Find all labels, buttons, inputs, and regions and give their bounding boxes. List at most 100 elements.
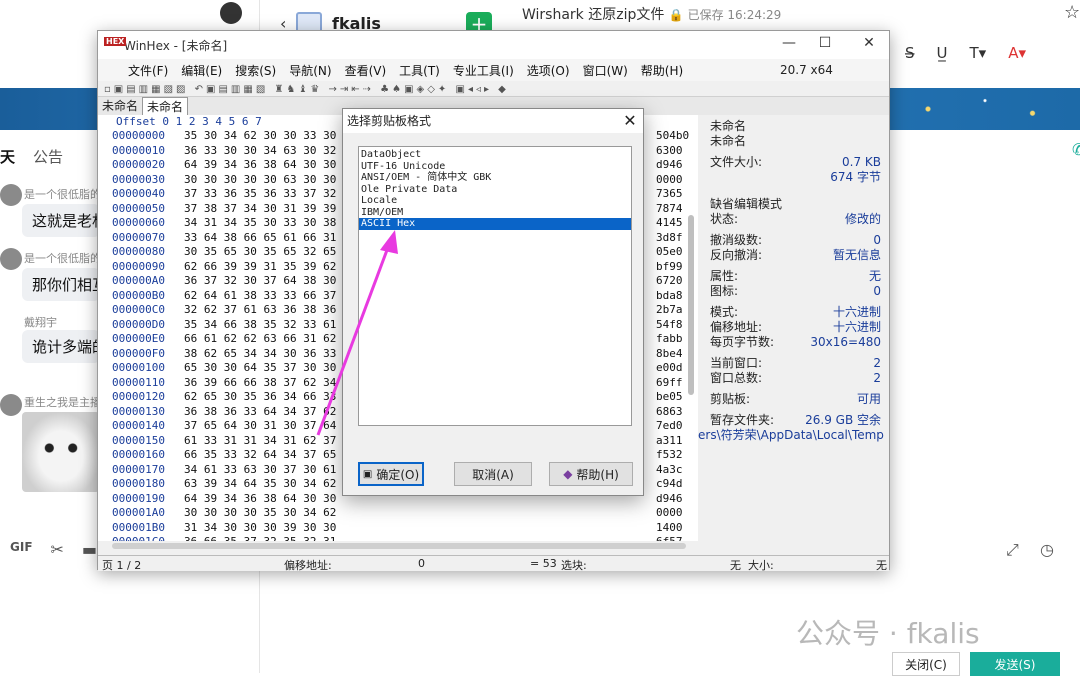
format-list-item[interactable]: Locale	[359, 195, 631, 207]
format-list-item[interactable]: ANSI/OEM - 简体中文 GBK	[359, 172, 631, 184]
scissors-icon[interactable]: ✂	[51, 540, 64, 559]
ok-button[interactable]: ▣ 确定(O)	[358, 462, 424, 486]
menu-help[interactable]: 帮助(H)	[641, 62, 683, 79]
clipboard-value: 可用	[856, 392, 881, 406]
status-selection-value: 无	[730, 559, 741, 572]
tab-doc-2[interactable]: 未命名	[142, 97, 189, 115]
dialog-title: 选择剪贴板格式	[343, 109, 643, 133]
text-row[interactable]: 7ed0	[656, 419, 698, 434]
text-row[interactable]: a311	[656, 434, 698, 449]
file-size-bytes: 674 字节	[830, 170, 881, 184]
offset-cell: 00000190	[112, 491, 165, 505]
folder-icon[interactable]: ▬	[82, 540, 97, 559]
annotation-arrow	[316, 230, 398, 436]
star-icon[interactable]: ☆	[1064, 2, 1080, 23]
menu-tools[interactable]: 工具(T)	[399, 62, 440, 79]
text-row[interactable]: 6863	[656, 405, 698, 420]
text-row[interactable]: f532	[656, 448, 698, 463]
text-row[interactable]: 0000	[656, 506, 698, 521]
offset-cell: 00000000	[112, 129, 165, 142]
title-bar: HEX WinHex - [未命名] — ☐ ✕	[98, 31, 889, 59]
offset-cell: 00000110	[112, 375, 165, 389]
clipboard-label: 剪贴板:	[710, 392, 751, 406]
cur-window-label: 当前窗口:	[710, 356, 763, 370]
text-row[interactable]: 4a3c	[656, 463, 698, 478]
gif-icon[interactable]: GIF	[10, 540, 33, 559]
text-row[interactable]: 6300	[656, 144, 698, 159]
offset-cell: 00000080	[112, 245, 165, 258]
clock-icon[interactable]: ◷	[1040, 540, 1054, 559]
text-row[interactable]: 504b0	[656, 129, 698, 144]
watermark: 公众号 · fkalis	[796, 617, 980, 650]
version-label: 20.7 x64	[780, 63, 833, 77]
maximize-icon[interactable]: ☐	[810, 35, 840, 51]
hex-row[interactable]: 31 34 30 30 30 39 30 30	[184, 521, 444, 536]
state-value: 修改的	[844, 212, 881, 226]
format-list-item[interactable]: DataObject	[359, 149, 631, 161]
status-eq-value: = 53	[530, 557, 557, 570]
attr-label: 属性:	[710, 269, 739, 283]
menu-file[interactable]: 文件(F)	[128, 62, 168, 79]
format-list-item[interactable]: Ole Private Data	[359, 184, 631, 196]
temp-path: ers\符芳荣\AppData\Local\Temp	[698, 428, 884, 442]
total-windows-label: 窗口总数:	[710, 371, 763, 385]
cancel-button[interactable]: 取消(A)	[454, 462, 532, 486]
message-sender: 是一个很低脂的	[24, 252, 101, 265]
format-list-item[interactable]: UTF-16 Unicode	[359, 161, 631, 173]
status-bar: 页 1 / 2 偏移地址: 0 = 53 选块: 无 大小: 无	[98, 555, 889, 572]
strikethrough-icon[interactable]: S̶	[905, 44, 915, 62]
offset-cell: 00000150	[112, 433, 165, 447]
text-row[interactable]: 0000	[656, 173, 698, 188]
chat-tab-announcement[interactable]: 公告	[33, 146, 63, 167]
menu-edit[interactable]: 编辑(E)	[181, 62, 222, 79]
vertical-scrollbar[interactable]	[688, 215, 694, 395]
undo-level-label: 撤消级数:	[710, 233, 763, 247]
text-row[interactable]: 1400	[656, 521, 698, 536]
offset-cell: 00000100	[112, 361, 165, 374]
offset-cell: 00000050	[112, 201, 165, 215]
text-row[interactable]: 7874	[656, 202, 698, 217]
menu-pro-tools[interactable]: 专业工具(I)	[453, 62, 514, 79]
avatar	[0, 184, 22, 206]
expand-icon[interactable]: ⤢	[1006, 540, 1019, 560]
message-bubble: 那你们相互	[22, 268, 100, 301]
status-offset-label: 偏移地址:	[284, 559, 332, 572]
edit-mode-label: 缺省编辑模式	[710, 197, 783, 211]
text-row[interactable]: 6f57	[656, 535, 698, 541]
file-size-label: 文件大小:	[710, 155, 763, 169]
font-color-icon[interactable]: A▾	[1008, 44, 1026, 62]
meme-face-image	[22, 412, 100, 492]
menu-view[interactable]: 查看(V)	[345, 62, 387, 79]
menu-options[interactable]: 选项(O)	[527, 62, 570, 79]
text-row[interactable]: 7365	[656, 187, 698, 202]
send-button[interactable]: 发送(S)	[970, 652, 1060, 676]
phone-icon[interactable]: ✆	[1072, 140, 1080, 159]
offset-cell: 00000180	[112, 477, 165, 490]
cur-window-value: 2	[873, 356, 881, 370]
horizontal-scrollbar[interactable]	[112, 543, 686, 549]
text-row[interactable]: d946	[656, 492, 698, 507]
toolbar-icons[interactable]: ▫▣▤▥▦▧▨ ↶▣▤▥▦▧ ♜♞♝♛ →⇥⇤⇢ ♣♠▣◈◇✦ ▣◂◃▸ ◆	[104, 84, 509, 95]
help-button[interactable]: ◆ 帮助(H)	[549, 462, 633, 486]
tab-doc-1[interactable]: 未命名	[98, 97, 142, 115]
avatar[interactable]	[220, 2, 242, 24]
menu-navigate[interactable]: 导航(N)	[289, 62, 331, 79]
offset-cell: 00000170	[112, 462, 165, 476]
dialog-close-icon[interactable]: ✕	[619, 110, 641, 132]
text-row[interactable]: d946	[656, 158, 698, 173]
minimize-icon[interactable]: —	[774, 35, 804, 51]
text-style-icon[interactable]: T▾	[970, 44, 987, 62]
close-icon[interactable]: ✕	[854, 35, 884, 51]
help-book-icon: ◆	[563, 467, 573, 481]
close-chat-button[interactable]: 关闭(C)	[892, 652, 960, 676]
hex-row[interactable]: 36 66 35 37 32 35 32 31	[184, 535, 444, 541]
offset-cell: 00000140	[112, 419, 165, 432]
menu-search[interactable]: 搜索(S)	[235, 62, 276, 79]
info-panel: 未命名 未命名 文件大小: 0.7 KB 674 字节 缺省编辑模式 状态: 修改的…	[698, 115, 889, 541]
text-row[interactable]: c94d	[656, 477, 698, 492]
underline-icon[interactable]: U̲	[937, 44, 948, 62]
chat-tab-day[interactable]: 天	[0, 146, 15, 167]
hex-row[interactable]: 30 30 30 30 35 30 34 62	[184, 506, 444, 521]
format-list-item[interactable]: IBM/OEM	[359, 207, 631, 219]
menu-window[interactable]: 窗口(W)	[583, 62, 628, 79]
